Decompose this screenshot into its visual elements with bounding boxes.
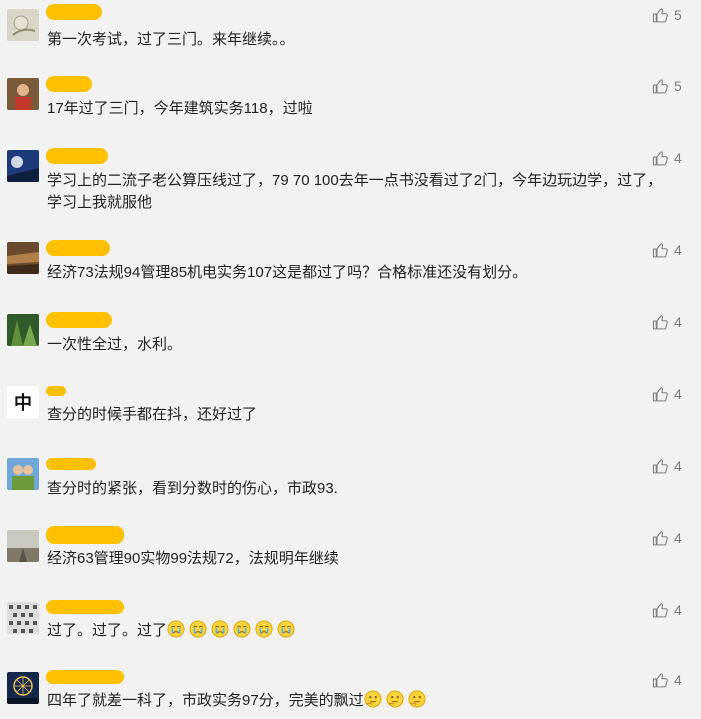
username-redacted[interactable] <box>46 600 124 614</box>
like-button[interactable]: 4 <box>652 456 697 476</box>
like-count: 5 <box>674 78 682 94</box>
like-count: 4 <box>674 242 682 258</box>
comment-item: 第一次考试，过了三门。来年继续。。 5 <box>0 0 701 70</box>
comment-text: 经济63管理90实物99法规72，法规明年继续 <box>47 550 339 567</box>
comment-item: 四年了就差一科了，市政实务97分，完美的飘过 4 <box>0 668 701 719</box>
thumbs-up-icon <box>652 530 668 545</box>
comment-text: 17年过了三门，今年建筑实务118，过啦 <box>47 100 313 117</box>
username-redacted[interactable] <box>46 386 66 396</box>
comment-item: 17年过了三门，今年建筑实务118，过啦 5 <box>0 72 701 142</box>
username-redacted[interactable] <box>46 670 124 684</box>
like-count: 4 <box>674 672 682 688</box>
comment-item: 一次性全过，水利。 4 <box>0 308 701 378</box>
crying-face-emoji <box>211 620 233 639</box>
like-count: 4 <box>674 530 682 546</box>
thumbs-up-icon <box>652 242 668 257</box>
flower-avatar-icon[interactable] <box>7 9 39 41</box>
like-button[interactable]: 4 <box>652 670 697 690</box>
like-button[interactable]: 4 <box>652 384 697 404</box>
like-button[interactable]: 4 <box>652 312 697 332</box>
thinking-face-emoji <box>364 690 386 709</box>
comment-item: 学习上的二流子老公算压线过了，79 70 100去年一点书没看过了2门，今年边玩… <box>0 144 701 234</box>
comment-item: 经济73法规94管理85机电实务107这是都过了吗？合格标准还没有划分。 4 <box>0 236 701 306</box>
comment-text: 四年了就差一科了，市政实务97分，完美的飘过 <box>47 690 667 712</box>
comment-text: 学习上的二流子老公算压线过了，79 70 100去年一点书没看过了2门，今年边玩… <box>47 172 663 211</box>
thumbs-up-icon <box>652 150 668 165</box>
like-count: 4 <box>674 314 682 330</box>
ferris-wheel-avatar-icon[interactable] <box>7 672 39 704</box>
username-redacted[interactable] <box>46 526 124 544</box>
thumbs-up-icon <box>652 672 668 687</box>
artwork-avatar-icon[interactable] <box>7 150 39 182</box>
comment-text: 查分的时候手都在抖，还好过了 <box>47 406 258 423</box>
crying-face-emoji <box>167 620 189 639</box>
like-count: 4 <box>674 150 682 166</box>
like-count: 4 <box>674 458 682 474</box>
like-button[interactable]: 4 <box>652 148 697 168</box>
username-redacted[interactable] <box>46 240 110 256</box>
character-avatar-icon[interactable]: 中 <box>7 386 39 418</box>
person-avatar-icon[interactable] <box>7 78 39 110</box>
comment-item: 过了。过了。过了 4 <box>0 596 701 666</box>
username-redacted[interactable] <box>46 148 108 164</box>
comment-text: 第一次考试，过了三门。来年继续。。 <box>47 31 295 48</box>
like-button[interactable]: 4 <box>652 600 697 620</box>
like-button[interactable]: 5 <box>652 76 697 96</box>
comment-text: 经济73法规94管理85机电实务107这是都过了吗？合格标准还没有划分。 <box>47 264 528 281</box>
like-count: 4 <box>674 602 682 618</box>
road-avatar-icon[interactable] <box>7 530 39 562</box>
thumbs-up-icon <box>652 314 668 329</box>
comment-text-content: 过了。过了。过了 <box>47 622 168 639</box>
crying-face-emoji <box>233 620 255 639</box>
crying-face-emoji <box>189 620 211 639</box>
couple-avatar-icon[interactable] <box>7 458 39 490</box>
thumbs-up-icon <box>652 7 668 22</box>
forest-avatar-icon[interactable] <box>7 314 39 346</box>
thumbs-up-icon <box>652 78 668 93</box>
like-count: 5 <box>674 7 682 23</box>
username-redacted[interactable] <box>46 76 92 92</box>
crying-face-emoji <box>255 620 277 639</box>
landscape-avatar-icon[interactable] <box>7 242 39 274</box>
comment-text: 一次性全过，水利。 <box>47 336 183 353</box>
crying-face-emoji <box>277 620 299 639</box>
thinking-face-emoji <box>408 690 430 709</box>
comment-text: 查分时的紧张，看到分数时的伤心，市政93. <box>47 480 338 497</box>
thumbs-up-icon <box>652 458 668 473</box>
comment-item: 查分时的紧张，看到分数时的伤心，市政93. 4 <box>0 452 701 522</box>
like-count: 4 <box>674 386 682 402</box>
thumbs-up-icon <box>652 386 668 401</box>
username-redacted[interactable] <box>46 458 96 470</box>
like-button[interactable]: 5 <box>652 5 697 25</box>
comment-text-content: 四年了就差一科了，市政实务97分，完美的飘过 <box>47 692 364 709</box>
like-button[interactable]: 4 <box>652 528 697 548</box>
comment-item: 中 查分的时候手都在抖，还好过了 4 <box>0 380 701 450</box>
thinking-face-emoji <box>386 690 408 709</box>
username-redacted[interactable] <box>46 312 112 328</box>
comment-text: 过了。过了。过了 <box>47 620 667 642</box>
pattern-avatar-icon[interactable] <box>7 602 39 634</box>
like-button[interactable]: 4 <box>652 240 697 260</box>
thumbs-up-icon <box>652 602 668 617</box>
username-redacted[interactable] <box>46 4 102 20</box>
comment-item: 经济63管理90实物99法规72，法规明年继续 4 <box>0 524 701 594</box>
avatar-character: 中 <box>14 393 32 414</box>
